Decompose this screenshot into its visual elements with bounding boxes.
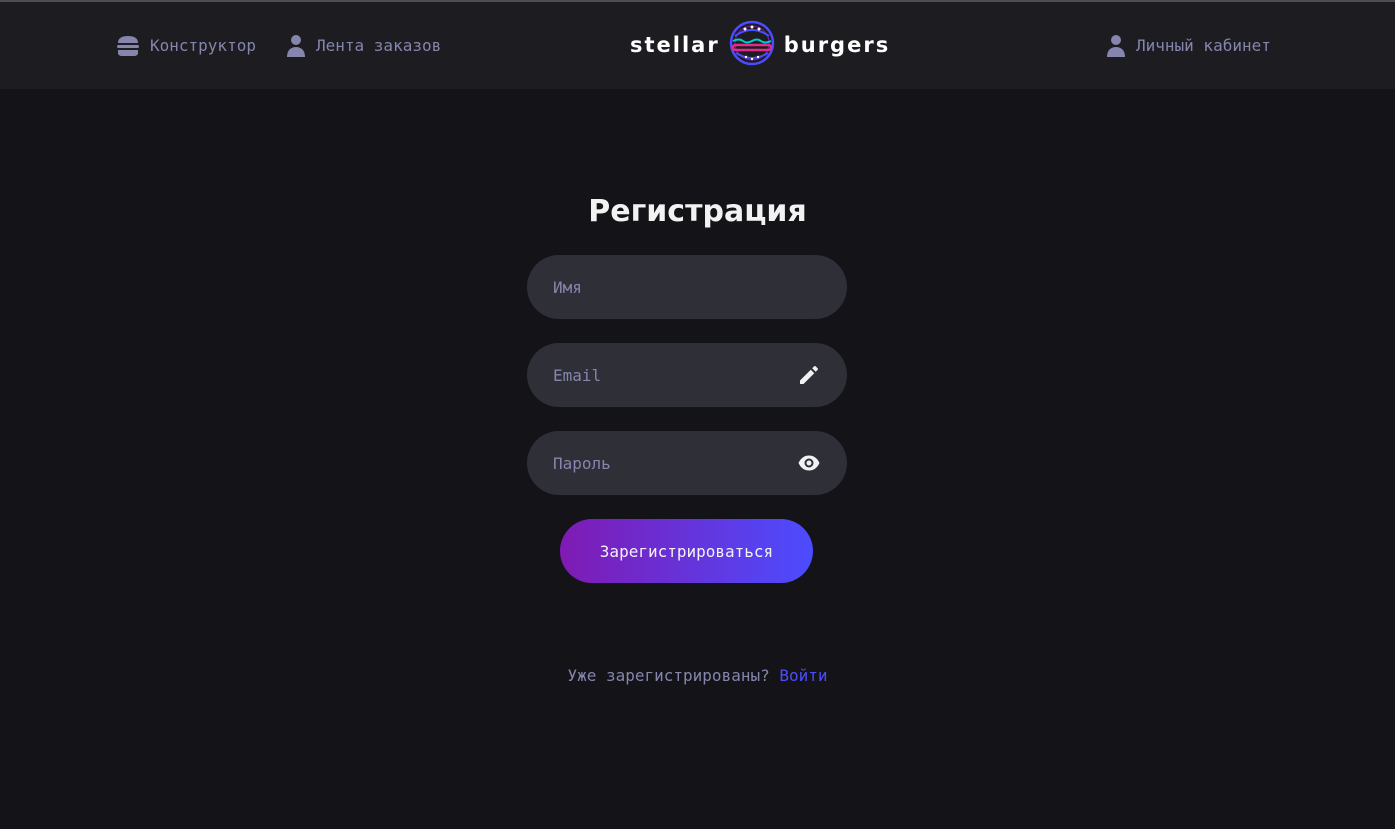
nav-constructor-link[interactable]: Конструктор: [116, 2, 256, 89]
already-registered-line: Уже зарегистрированы? Войти: [0, 666, 1395, 685]
email-input[interactable]: [553, 365, 797, 385]
edit-icon[interactable]: [797, 363, 821, 387]
password-field[interactable]: [527, 431, 847, 495]
password-input[interactable]: [553, 453, 797, 473]
page-title: Регистрация: [588, 194, 807, 229]
logo-planet-icon: [729, 19, 775, 71]
name-field[interactable]: [527, 255, 847, 319]
email-field[interactable]: [527, 343, 847, 407]
register-button[interactable]: Зарегистрироваться: [560, 519, 813, 583]
profile-icon: [1106, 34, 1126, 58]
stellar-burgers-logo[interactable]: stellar burgers: [630, 20, 890, 70]
list-icon: [286, 34, 306, 58]
nav-feed-link[interactable]: Лента заказов: [286, 2, 441, 89]
login-link[interactable]: Войти: [779, 666, 827, 685]
nav-feed-label: Лента заказов: [316, 36, 442, 55]
nav-constructor-label: Конструктор: [150, 36, 256, 55]
show-password-icon[interactable]: [797, 451, 821, 475]
nav-account-label: Личный кабинет: [1136, 36, 1271, 55]
already-registered-text: Уже зарегистрированы?: [567, 666, 770, 685]
name-input[interactable]: [553, 277, 821, 297]
register-page: Регистрация Зарегистрироваться Уже зарег…: [0, 89, 1395, 829]
nav-account-link[interactable]: Личный кабинет: [1106, 2, 1271, 89]
logo-word-left: stellar: [630, 33, 720, 57]
burger-icon: [116, 34, 140, 58]
app-header: Конструктор Лента заказов stellar burger…: [0, 2, 1395, 89]
logo-word-right: burgers: [783, 33, 891, 57]
